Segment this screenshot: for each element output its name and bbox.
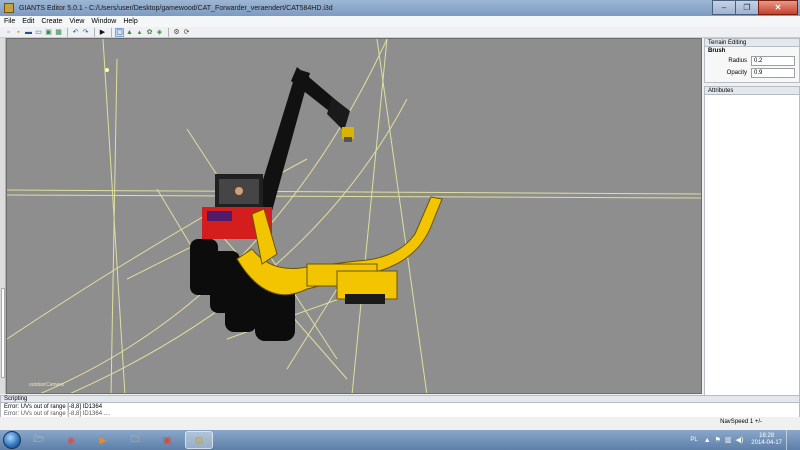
crane-arm <box>254 67 354 211</box>
show-desktop-button[interactable] <box>786 430 794 450</box>
clock-time: 16:28 <box>759 433 775 439</box>
toolbar-separator <box>111 27 112 37</box>
tray-arrow-icon[interactable]: ▲ <box>704 437 711 444</box>
language-indicator[interactable]: PL <box>690 437 697 443</box>
giants-editor-icon: ▤ <box>194 434 204 445</box>
scripting-title: Scripting <box>0 395 800 403</box>
open-file-icon[interactable]: ▪ <box>14 28 23 37</box>
minimize-button[interactable]: – <box>712 0 736 15</box>
clock[interactable]: 16:28 2014-04-17 <box>751 433 782 447</box>
media-player-icon: ▶ <box>99 434 107 445</box>
window-title: GIANTS Editor 5.0.1 - C:/Users/user/Desk… <box>19 4 333 12</box>
system-tray: PL ▲ ⚑ ▥ ◀) 16:28 2014-04-17 <box>690 430 794 450</box>
save-as-icon[interactable]: ▭ <box>34 28 43 37</box>
title-bar[interactable]: GIANTS Editor 5.0.1 - C:/Users/user/Desk… <box>0 0 800 16</box>
navspeed-readout: NavSpeed 1 +/- <box>720 419 762 425</box>
play-icon[interactable]: ▶ <box>98 28 107 37</box>
select-icon[interactable]: ▢ <box>115 27 124 37</box>
export-icon[interactable]: ▦ <box>54 28 63 37</box>
opacity-label: Opacity <box>726 70 747 76</box>
volume-icon[interactable]: ◀) <box>736 436 744 444</box>
menu-window[interactable]: Window <box>91 18 116 25</box>
maximize-button[interactable]: ❐ <box>735 0 759 15</box>
menu-create[interactable]: Create <box>41 18 62 25</box>
new-file-icon[interactable]: ▫ <box>4 28 13 37</box>
terrain-editing-panel: Brush Radius 0.2 Opacity 0.9 <box>704 47 800 83</box>
taskbar: 🗁 ◉ ▶ 🗀 ▣ ▤ PL ▲ ⚑ ▥ ◀) 16:28 2014-04-17 <box>0 430 800 450</box>
taskbar-image-viewer[interactable]: ▣ <box>153 431 181 449</box>
undo-icon[interactable]: ↶ <box>71 28 80 37</box>
right-panel: Terrain Editing Brush Radius 0.2 Opacity… <box>704 38 800 397</box>
giants-editor-window: GIANTS Editor 5.0.1 - C:/Users/user/Desk… <box>0 0 800 430</box>
scrollbar-thumb[interactable] <box>1 288 5 378</box>
network-icon[interactable]: ▥ <box>725 436 732 444</box>
foliage-paint-icon[interactable]: ✿ <box>145 28 154 37</box>
toolbar-separator <box>168 27 169 37</box>
radius-row: Radius 0.2 <box>705 54 799 66</box>
opacity-row: Opacity 0.9 <box>705 66 799 78</box>
menu-file[interactable]: File <box>4 18 15 25</box>
status-bar: NavSpeed 1 +/- <box>0 417 800 430</box>
app-icon <box>4 3 14 13</box>
terrain-paint-icon[interactable]: ▴ <box>135 28 144 37</box>
scene-tree-icon[interactable]: ◈ <box>155 28 164 37</box>
attributes-title: Attributes <box>704 86 800 95</box>
toolbar-separator <box>94 27 95 37</box>
close-button[interactable]: ✕ <box>758 0 798 15</box>
horizon-line <box>7 189 701 195</box>
brush-label: Brush <box>708 48 726 54</box>
menu-view[interactable]: View <box>69 18 84 25</box>
log-line: Error: UVs out of range [-8,8] ID1364 <box>4 404 103 410</box>
import-icon[interactable]: ▣ <box>44 28 53 37</box>
taskbar-chrome[interactable]: ◉ <box>57 431 85 449</box>
menu-help[interactable]: Help <box>123 18 137 25</box>
folder-icon: 🗀 <box>130 434 140 444</box>
chrome-icon: ◉ <box>67 434 75 445</box>
3d-viewport[interactable]: outdoorCamera <box>6 38 702 394</box>
toolbar: ▫ ▪ ▬ ▭ ▣ ▦ ↶ ↷ ▶ ▢ ▲ ▴ ✿ ◈ ⚙ ⟳ <box>0 27 800 38</box>
image-viewer-icon: ▣ <box>162 434 172 445</box>
taskbar-media-player[interactable]: ▶ <box>89 431 117 449</box>
taskbar-explorer[interactable]: 🗁 <box>25 431 53 449</box>
start-button[interactable] <box>3 431 21 449</box>
scene-render <box>7 39 701 393</box>
terrain-sculpt-icon[interactable]: ▲ <box>125 28 134 37</box>
radius-input[interactable]: 0.2 <box>751 56 795 66</box>
radius-label: Radius <box>728 58 747 64</box>
terrain-editing-title: Terrain Editing <box>704 38 800 47</box>
redo-icon[interactable]: ↷ <box>81 28 90 37</box>
toolbar-separator <box>67 27 68 37</box>
save-icon[interactable]: ▬ <box>24 28 33 37</box>
attributes-panel[interactable] <box>704 95 800 397</box>
opacity-input[interactable]: 0.9 <box>751 68 795 78</box>
menu-bar: File Edit Create View Window Help <box>0 16 800 27</box>
flag-icon[interactable]: ⚑ <box>715 436 721 444</box>
menu-edit[interactable]: Edit <box>22 18 34 25</box>
refresh-icon[interactable]: ⟳ <box>182 28 191 37</box>
taskbar-giants-editor[interactable]: ▤ <box>185 431 213 449</box>
clock-date: 2014-04-17 <box>751 440 782 446</box>
window-controls: – ❐ ✕ <box>712 0 798 15</box>
settings-icon[interactable]: ⚙ <box>172 28 181 37</box>
taskbar-folder[interactable]: 🗀 <box>121 431 149 449</box>
camera-label: outdoorCamera <box>29 382 64 388</box>
folder-icon: 🗁 <box>33 434 45 444</box>
